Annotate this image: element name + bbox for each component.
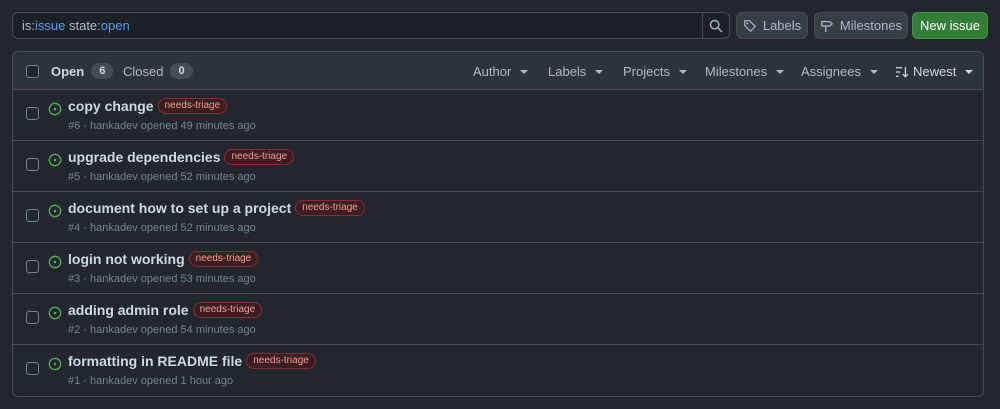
sort-filter-label: Newest (913, 64, 957, 79)
open-tab-label: Open (51, 63, 85, 79)
search-query[interactable]: is:issue state:open (13, 18, 702, 33)
issue-title-line: login not working needs-triage (68, 251, 259, 267)
issue-row[interactable]: upgrade dependencies needs-triage #5 · h… (13, 141, 983, 192)
new-issue-button[interactable]: New issue (912, 12, 988, 39)
tag-icon (743, 19, 756, 32)
labels-button-label: Labels (762, 18, 802, 33)
issue-open-icon (48, 153, 62, 167)
chevron-down-icon (595, 69, 604, 74)
issue-row[interactable]: adding admin role needs-triage #2 · hank… (13, 294, 983, 345)
milestones-filter[interactable]: Milestones (705, 64, 785, 79)
search-qualifier-key: state: (65, 18, 101, 33)
issue-open-icon (48, 102, 62, 116)
issue-meta: #1 · hankadev opened 1 hour ago (68, 375, 234, 387)
issue-label-badge[interactable]: needs-triage (157, 98, 228, 114)
top-bar: is:issue state:open Labels Milestones Ne… (12, 12, 988, 39)
search-button[interactable] (702, 13, 729, 38)
chevron-down-icon (776, 69, 785, 74)
assignees-filter[interactable]: Assignees (801, 64, 878, 79)
search-qualifier-value: open (100, 18, 130, 33)
author-filter-label: Author (473, 64, 512, 79)
open-count-badge: 6 (91, 63, 114, 79)
issue-title-link[interactable]: upgrade dependencies (68, 149, 220, 165)
issue-title-link[interactable]: copy change (68, 98, 154, 114)
issue-meta: #3 · hankadev opened 53 minutes ago (68, 273, 256, 285)
issue-open-icon (48, 357, 62, 371)
projects-filter-label: Projects (623, 64, 670, 79)
issue-open-icon (48, 306, 62, 320)
issue-label-badge[interactable]: needs-triage (188, 251, 259, 267)
issue-row[interactable]: login not working needs-triage #3 · hank… (13, 243, 983, 294)
tab-closed-issues[interactable]: Closed 0 (123, 63, 193, 79)
issue-checkbox[interactable] (26, 107, 39, 120)
closed-tab-label: Closed (123, 63, 164, 79)
issue-meta: #6 · hankadev opened 49 minutes ago (68, 120, 256, 132)
chevron-down-icon (678, 69, 687, 74)
search-input[interactable]: is:issue state:open (12, 12, 730, 39)
select-all-checkbox[interactable] (26, 65, 39, 78)
chevron-down-icon (965, 69, 974, 74)
issue-row[interactable]: copy change needs-triage #6 · hankadev o… (13, 90, 983, 141)
issue-open-icon (48, 204, 62, 218)
assignees-filter-label: Assignees (801, 64, 861, 79)
search-icon (709, 19, 723, 32)
labels-button[interactable]: Labels (736, 12, 808, 39)
milestones-filter-label: Milestones (705, 64, 768, 79)
issue-checkbox[interactable] (26, 311, 39, 324)
issue-title-line: copy change needs-triage (68, 98, 228, 114)
author-filter[interactable]: Author (473, 64, 529, 79)
issue-meta: #5 · hankadev opened 52 minutes ago (68, 171, 256, 183)
issue-checkbox[interactable] (26, 260, 39, 273)
issue-label-badge[interactable]: needs-triage (295, 200, 365, 216)
issue-open-icon (48, 255, 62, 269)
sort-filter[interactable]: Newest (895, 64, 974, 79)
projects-filter[interactable]: Projects (623, 64, 687, 79)
issue-label-badge[interactable]: needs-triage (192, 302, 263, 318)
issue-title-line: formatting in README file needs-triage (68, 353, 316, 369)
issue-meta: #4 · hankadev opened 52 minutes ago (68, 222, 256, 234)
issue-checkbox[interactable] (26, 209, 39, 222)
issue-label-badge[interactable]: needs-triage (246, 353, 316, 369)
milestone-icon (821, 20, 833, 32)
sort-icon (896, 66, 909, 78)
issue-title-link[interactable]: login not working (68, 251, 185, 267)
issues-list-panel: Open 6 Closed 0 Author Labels Projects M… (12, 51, 984, 397)
new-issue-button-label: New issue (920, 18, 980, 33)
issue-title-link[interactable]: adding admin role (68, 302, 189, 318)
issue-checkbox[interactable] (26, 362, 39, 375)
issue-meta: #2 · hankadev opened 54 minutes ago (68, 324, 256, 336)
labels-filter[interactable]: Labels (548, 64, 604, 79)
closed-count-badge: 0 (170, 63, 193, 79)
labels-filter-label: Labels (548, 64, 587, 79)
issue-title-line: document how to set up a project needs-t… (68, 200, 365, 216)
tab-open-issues[interactable]: Open 6 (51, 63, 114, 79)
issue-title-link[interactable]: document how to set up a project (68, 200, 291, 216)
milestones-button[interactable]: Milestones (814, 12, 908, 39)
issue-label-badge[interactable]: needs-triage (224, 149, 295, 165)
issues-list-header: Open 6 Closed 0 Author Labels Projects M… (13, 52, 983, 90)
issue-title-link[interactable]: formatting in README file (68, 353, 242, 369)
issue-title-line: upgrade dependencies needs-triage (68, 149, 295, 165)
chevron-down-icon (869, 69, 878, 74)
search-qualifier-key: is: (22, 18, 35, 33)
issue-row[interactable]: document how to set up a project needs-t… (13, 192, 983, 243)
issue-title-line: adding admin role needs-triage (68, 302, 263, 318)
issue-checkbox[interactable] (26, 158, 39, 171)
milestones-button-label: Milestones (839, 18, 903, 33)
search-qualifier-value: issue (35, 18, 66, 33)
chevron-down-icon (520, 69, 529, 74)
issue-row[interactable]: formatting in README file needs-triage #… (13, 345, 983, 396)
